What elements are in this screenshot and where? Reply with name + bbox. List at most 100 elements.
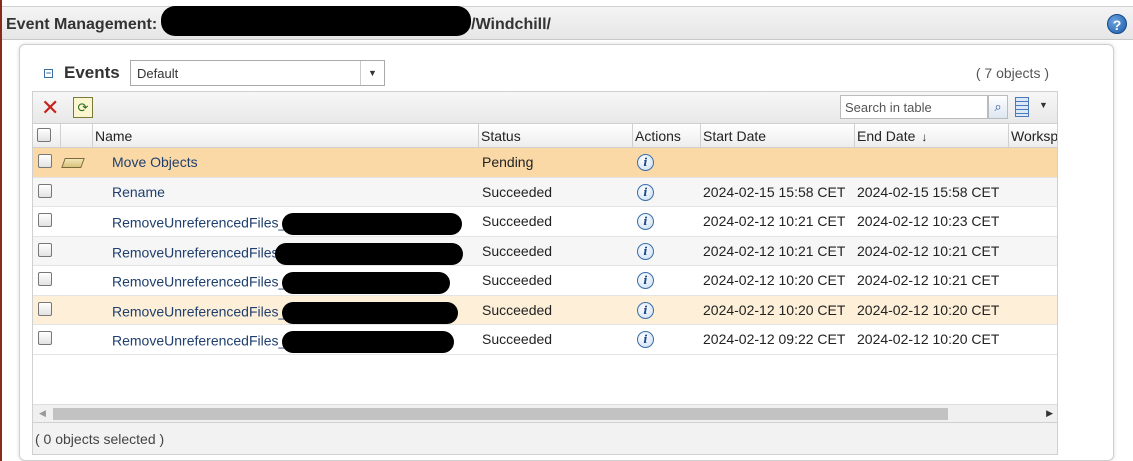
status-cell: Succeeded (482, 213, 553, 229)
status-cell: Succeeded (482, 242, 553, 259)
info-icon[interactable]: i (637, 272, 654, 289)
start-date-cell: 2024-02-12 10:20 CET (703, 301, 846, 318)
event-name-link[interactable]: RemoveUnreferencedFiles_ (112, 325, 455, 354)
refresh-icon[interactable]: ⟳ (73, 97, 93, 118)
table-header: Name Status Actions Start Date End Date ↓… (33, 124, 1057, 148)
event-name-link[interactable]: RemoveUnreferencedFiles_ (112, 296, 459, 325)
page-title-prefix: Event Management: (6, 16, 158, 34)
end-date-cell: 2024-02-15 15:58 CET (857, 183, 1000, 200)
event-name-link[interactable]: RemoveUnreferencedFiles (112, 237, 463, 266)
table-row[interactable]: Rename Succeeded i 2024-02-15 15:58 CET … (33, 177, 1057, 207)
info-icon[interactable]: i (637, 301, 654, 319)
event-name-text: RemoveUnreferencedFiles_ (112, 214, 287, 231)
redacted-name-suffix (274, 242, 463, 265)
help-icon[interactable]: ? (1107, 14, 1127, 34)
column-header-end-date[interactable]: End Date ↓ (855, 124, 1009, 148)
event-type-icon (61, 158, 85, 168)
status-cell: Succeeded (482, 301, 553, 318)
scrollbar-thumb[interactable] (53, 408, 948, 420)
column-header-end-date-label: End Date (857, 128, 916, 144)
event-name-link[interactable]: Move Objects (112, 148, 198, 177)
status-cell: Pending (482, 154, 534, 170)
select-all-cell (33, 124, 61, 148)
chevron-down-icon[interactable]: ▼ (360, 61, 384, 85)
table-row[interactable]: RemoveUnreferencedFiles_ Succeeded i 202… (33, 266, 1057, 296)
panel-title: Events (64, 63, 120, 82)
row-checkbox[interactable] (38, 331, 52, 345)
table-row[interactable]: RemoveUnreferencedFiles_ Succeeded i 202… (33, 295, 1057, 325)
search-icon[interactable]: ⌕ (988, 95, 1008, 119)
actions-cell: i (637, 237, 654, 266)
event-name-text: RemoveUnreferencedFiles_ (112, 332, 287, 349)
start-date-cell: 2024-02-12 10:21 CET (703, 242, 846, 259)
event-name-text: RemoveUnreferencedFiles_ (112, 303, 287, 320)
redacted-name-suffix (282, 272, 451, 294)
column-header-start-date[interactable]: Start Date (701, 124, 855, 148)
scroll-left-icon[interactable]: ◀ (39, 408, 46, 419)
table-toolbar: ✕ ⟳ ⌕ ▼ (33, 92, 1057, 124)
table-footer: ( 0 objects selected ) (33, 422, 1057, 454)
table-row[interactable]: RemoveUnreferencedFiles_ Succeeded i 202… (33, 325, 1057, 355)
redacted-server-name (161, 6, 472, 36)
redacted-name-suffix (282, 331, 455, 353)
chevron-down-icon[interactable]: ▼ (1039, 100, 1048, 110)
row-checkbox[interactable] (38, 242, 52, 257)
column-header-workspace[interactable]: Workspa (1009, 124, 1057, 148)
page-title: Event Management: /Windchill/ (6, 6, 551, 36)
event-name-link[interactable]: Rename (112, 178, 165, 207)
view-select[interactable]: Default ▼ (130, 60, 385, 86)
table-row[interactable]: RemoveUnreferencedFiles Succeeded i 2024… (33, 236, 1057, 266)
page-header: Event Management: /Windchill/ ? (2, 6, 1133, 40)
start-date-cell: 2024-02-12 10:20 CET (703, 272, 846, 288)
info-icon[interactable]: i (637, 213, 654, 230)
table-columns-icon[interactable] (1015, 97, 1029, 117)
status-cell: Succeeded (482, 272, 553, 288)
start-date-cell: 2024-02-12 10:21 CET (703, 213, 846, 229)
search-input[interactable] (840, 95, 988, 119)
row-checkbox[interactable] (38, 301, 52, 316)
redacted-name-suffix (282, 213, 463, 235)
type-column-header (61, 124, 93, 148)
view-select-value: Default (137, 66, 179, 81)
end-date-cell: 2024-02-12 10:21 CET (857, 272, 1000, 288)
info-icon[interactable]: i (637, 154, 654, 171)
event-name-link[interactable]: RemoveUnreferencedFiles_ (112, 207, 463, 236)
actions-cell: i (637, 266, 654, 295)
end-date-cell: 2024-02-12 10:20 CET (857, 331, 1000, 347)
column-header-name[interactable]: Name (93, 124, 479, 148)
sort-descending-icon: ↓ (921, 130, 928, 144)
end-date-cell: 2024-02-12 10:20 CET (857, 301, 1000, 318)
select-all-checkbox[interactable] (37, 128, 51, 142)
event-name-text: RemoveUnreferencedFiles_ (112, 273, 287, 290)
selection-count: ( 0 objects selected ) (35, 431, 165, 447)
actions-cell: i (637, 325, 654, 354)
row-checkbox[interactable] (38, 154, 52, 168)
info-icon[interactable]: i (637, 331, 654, 348)
events-table: ✕ ⟳ ⌕ ▼ Name Status Actions Start Date E… (32, 91, 1058, 455)
row-checkbox[interactable] (38, 183, 52, 198)
start-date-cell: 2024-02-15 15:58 CET (703, 183, 846, 200)
event-name-text: RemoveUnreferencedFiles (112, 244, 279, 261)
collapse-icon[interactable]: − (44, 69, 53, 78)
info-icon[interactable]: i (637, 183, 654, 201)
table-row[interactable]: RemoveUnreferencedFiles_ Succeeded i 202… (33, 207, 1057, 237)
start-date-cell: 2024-02-12 09:22 CET (703, 331, 846, 347)
horizontal-scrollbar[interactable]: ◀ ▶ (33, 404, 1057, 422)
actions-cell: i (637, 148, 654, 177)
actions-cell: i (637, 207, 654, 236)
scroll-right-icon[interactable]: ▶ (1046, 408, 1053, 419)
status-cell: Succeeded (482, 331, 553, 347)
row-checkbox[interactable] (38, 213, 52, 227)
column-header-status[interactable]: Status (479, 124, 633, 148)
object-count: ( 7 objects ) (975, 65, 1049, 81)
column-header-actions[interactable]: Actions (633, 124, 701, 148)
row-checkbox[interactable] (38, 272, 52, 286)
actions-cell: i (637, 296, 654, 325)
table-row[interactable]: Move Objects Pending i (33, 148, 1057, 178)
window-left-border (0, 0, 2, 461)
delete-icon[interactable]: ✕ (41, 97, 59, 119)
page-title-suffix: /Windchill/ (471, 16, 551, 34)
events-panel: − Events Default ▼ ( 7 objects ) ✕ ⟳ ⌕ ▼… (19, 44, 1114, 461)
info-icon[interactable]: i (637, 242, 654, 260)
event-name-link[interactable]: RemoveUnreferencedFiles_ (112, 266, 451, 295)
